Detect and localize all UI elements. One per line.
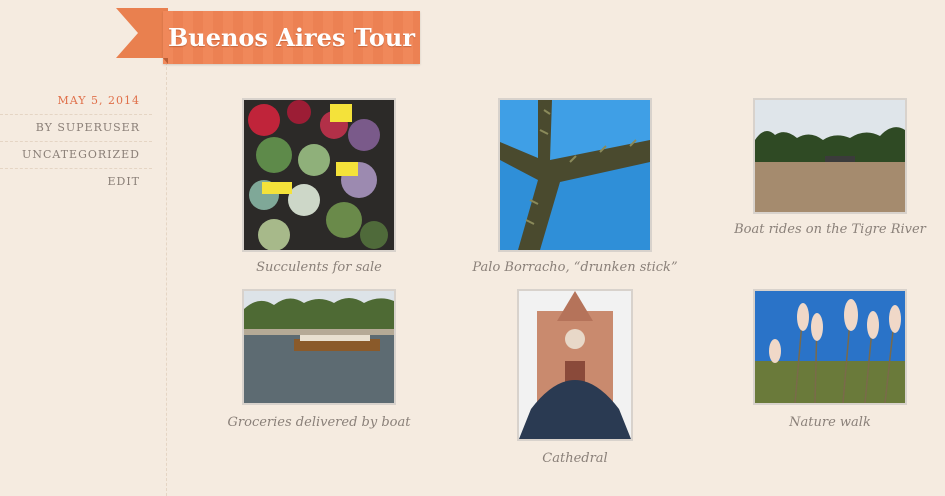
gallery-image-nature-walk[interactable] — [753, 289, 907, 405]
gallery-image-cathedral[interactable] — [517, 289, 633, 441]
edit-post-link[interactable]: Edit — [0, 169, 152, 195]
gallery-caption: Nature walk — [789, 415, 871, 430]
gallery-caption: Groceries delivered by boat — [227, 415, 411, 430]
post-author-link[interactable]: by superuser — [0, 115, 152, 142]
post-date-link[interactable]: May 5, 2014 — [0, 88, 152, 115]
content-divider — [166, 62, 167, 496]
title-ribbon-tail — [116, 8, 168, 58]
cathedral-photo — [519, 291, 631, 439]
gallery-caption: Succulents for sale — [256, 260, 382, 275]
gallery-image-palo-borracho[interactable] — [498, 98, 652, 252]
gallery-image-tigre-river[interactable] — [753, 98, 907, 214]
succulents-photo — [244, 100, 394, 250]
tigre-river-photo — [755, 100, 905, 212]
palo-borracho-photo — [500, 100, 650, 250]
post-category-link[interactable]: Uncategorized — [0, 142, 152, 169]
gallery-image-groceries-boat[interactable] — [242, 289, 396, 405]
title-ribbon-fold — [163, 58, 168, 64]
gallery-caption: Boat rides on the Tigre River — [734, 222, 926, 237]
post-title[interactable]: Buenos Aires Tour — [163, 11, 420, 64]
gallery-image-succulents[interactable] — [242, 98, 396, 252]
post-meta: May 5, 2014 by superuser Uncategorized E… — [0, 88, 152, 195]
gallery-caption: Palo Borracho, “drunken stick” — [472, 260, 678, 275]
groceries-boat-photo — [244, 291, 394, 403]
nature-walk-photo — [755, 291, 905, 403]
gallery-caption: Cathedral — [542, 451, 608, 466]
